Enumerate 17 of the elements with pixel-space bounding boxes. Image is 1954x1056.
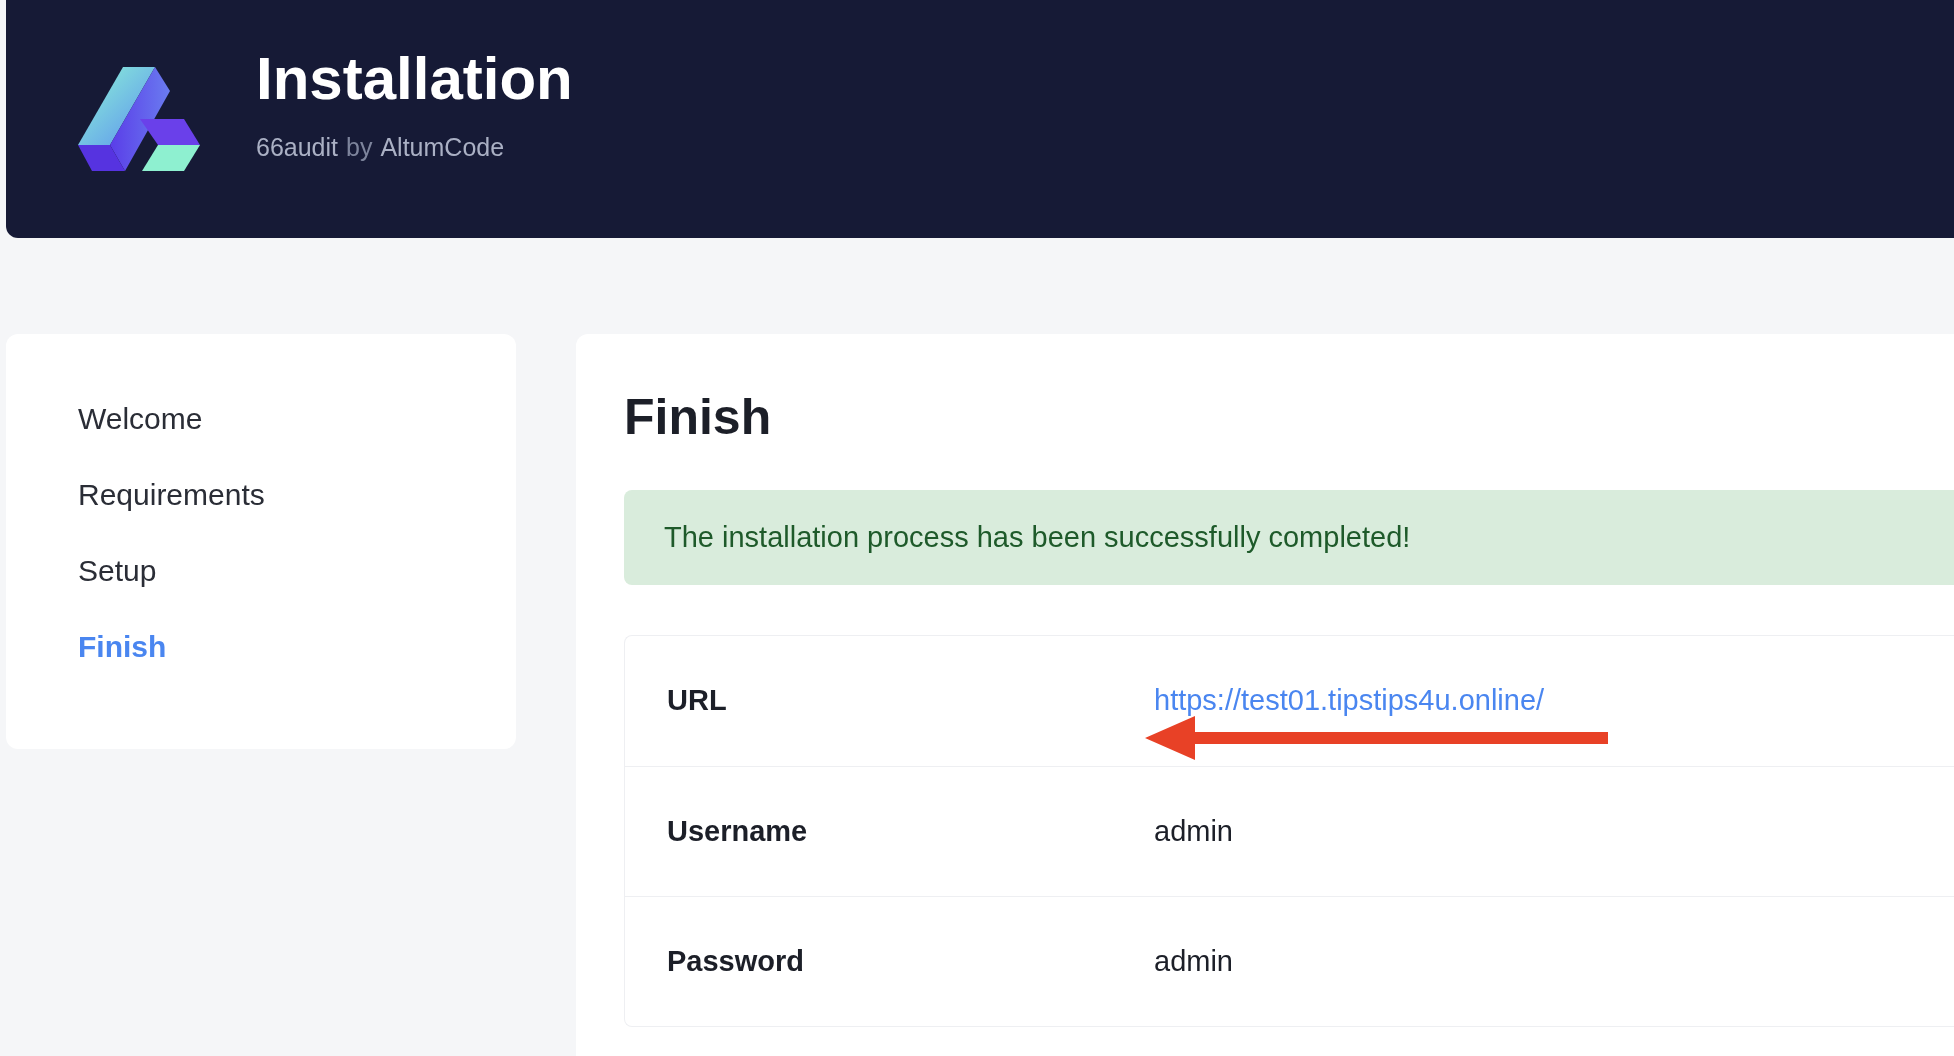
by-label: by [346,134,373,160]
step-link[interactable]: Welcome [78,404,516,434]
logo-icon [78,65,200,173]
step-link[interactable]: Finish [78,632,516,662]
section-heading: Finish [624,392,773,442]
url-link[interactable]: https://test01.tipstips4u.online/ [1154,679,1545,723]
step-link[interactable]: Requirements [78,480,516,510]
alert-message: The installation process has been successfully completed! [664,519,1411,555]
page-title: Installation [256,48,573,109]
field-value: admin [1154,943,1233,979]
step-link[interactable]: Setup [78,556,516,586]
field-label: URL [666,683,728,719]
field-label: Username [666,813,809,849]
author-name: AltumCode [380,134,505,160]
product-name: 66audit [256,134,339,160]
field-value: admin [1154,813,1233,849]
field-label: Password [666,943,805,979]
